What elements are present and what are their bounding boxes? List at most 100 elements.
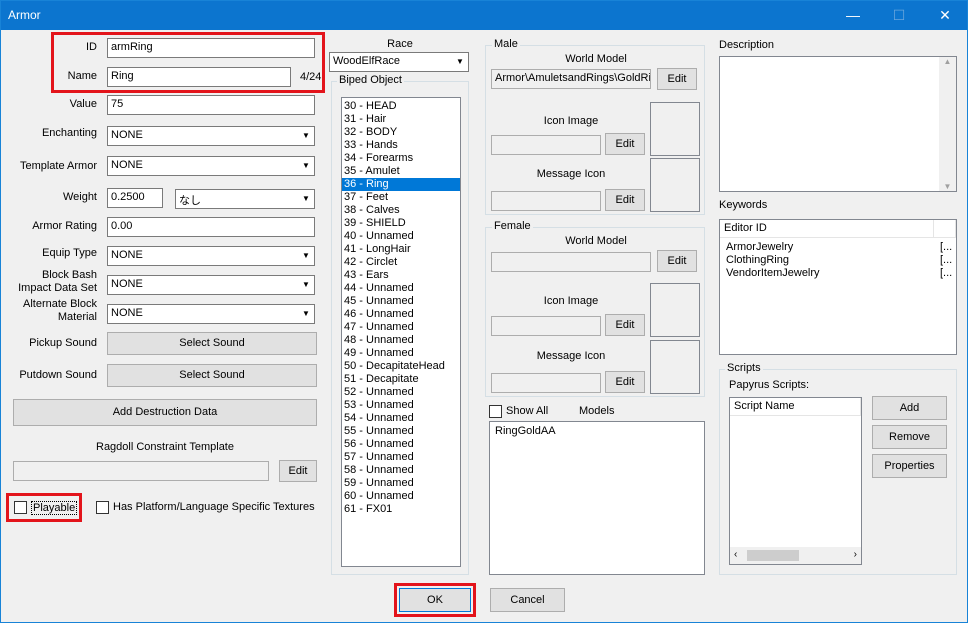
value-field[interactable]: 75	[107, 95, 315, 115]
list-item[interactable]: 61 - FX01	[342, 503, 460, 516]
add-script-button[interactable]: Add	[872, 396, 947, 420]
weight-field[interactable]: 0.2500	[107, 188, 163, 208]
list-item[interactable]: 41 - LongHair	[342, 243, 460, 256]
block-bash-select[interactable]: NONE ▼	[107, 275, 315, 295]
alternate-block-label-2: Material	[57, 311, 97, 323]
show-all-label: Show All	[506, 405, 549, 417]
list-item[interactable]: 34 - Forearms	[342, 152, 460, 165]
list-item[interactable]: 45 - Unnamed	[342, 295, 460, 308]
weight-unit-select[interactable]: なし ▼	[175, 189, 315, 209]
cancel-button[interactable]: Cancel	[490, 588, 565, 612]
list-item[interactable]: 56 - Unnamed	[342, 438, 460, 451]
male-message-icon-edit-button[interactable]: Edit	[605, 189, 645, 211]
weight-unit-value: なし	[179, 195, 201, 207]
list-item[interactable]: ClothingRing [...	[724, 254, 954, 267]
armor-rating-field[interactable]: 0.00	[107, 217, 315, 237]
list-item[interactable]: 54 - Unnamed	[342, 412, 460, 425]
template-armor-select[interactable]: NONE ▼	[107, 156, 315, 176]
highlight-id-name	[51, 32, 325, 93]
script-name-header[interactable]: Script Name	[730, 398, 861, 416]
list-item[interactable]: 30 - HEAD	[342, 100, 460, 113]
list-item[interactable]: 53 - Unnamed	[342, 399, 460, 412]
alternate-block-select[interactable]: NONE ▼	[107, 304, 315, 324]
keywords-list[interactable]: Editor ID ArmorJewelry [... ClothingRing…	[719, 219, 957, 355]
race-value: WoodElfRace	[333, 55, 401, 67]
list-item[interactable]: 47 - Unnamed	[342, 321, 460, 334]
chevron-down-icon: ▼	[298, 157, 314, 175]
add-destruction-data-button[interactable]: Add Destruction Data	[13, 399, 317, 426]
scroll-up-icon[interactable]: ▲	[939, 57, 956, 66]
list-item[interactable]: 38 - Calves	[342, 204, 460, 217]
list-item[interactable]: 43 - Ears	[342, 269, 460, 282]
pickup-sound-button[interactable]: Select Sound	[107, 332, 317, 355]
female-message-icon-edit-button[interactable]: Edit	[605, 371, 645, 393]
list-item[interactable]: 33 - Hands	[342, 139, 460, 152]
list-item[interactable]: 42 - Circlet	[342, 256, 460, 269]
list-item[interactable]: 36 - Ring	[342, 178, 460, 191]
description-label: Description	[719, 39, 775, 51]
list-item[interactable]: 57 - Unnamed	[342, 451, 460, 464]
highlight-ok	[394, 583, 476, 617]
list-item[interactable]: 31 - Hair	[342, 113, 460, 126]
description-scrollbar[interactable]: ▲ ▼	[939, 57, 956, 191]
scroll-down-icon[interactable]: ▼	[939, 182, 956, 191]
minimize-button[interactable]: —	[830, 1, 876, 30]
female-message-icon-label: Message Icon	[536, 350, 606, 362]
male-icon-image-edit-button[interactable]: Edit	[605, 133, 645, 155]
keywords-rows: ArmorJewelry [... ClothingRing [... Vend…	[724, 241, 954, 280]
title-bar: Armor — ☐ ✕	[1, 1, 967, 30]
list-item[interactable]: VendorItemJewelry [...	[724, 267, 954, 280]
list-item[interactable]: RingGoldAA	[493, 425, 701, 438]
putdown-sound-button[interactable]: Select Sound	[107, 364, 317, 387]
alternate-block-label-1: Alternate Block	[23, 298, 97, 310]
race-select[interactable]: WoodElfRace ▼	[329, 52, 469, 72]
biped-object-list[interactable]: 30 - HEAD 31 - Hair 32 - BODY 33 - Hands 34 …	[341, 97, 461, 567]
models-list[interactable]: RingGoldAA	[489, 421, 705, 575]
female-world-model-label: World Model	[565, 235, 627, 247]
list-item[interactable]: 39 - SHIELD	[342, 217, 460, 230]
list-item[interactable]: 52 - Unnamed	[342, 386, 460, 399]
list-item[interactable]: 44 - Unnamed	[342, 282, 460, 295]
equip-type-label: Equip Type	[42, 247, 97, 259]
list-item[interactable]: 50 - DecapitateHead	[342, 360, 460, 373]
block-bash-label-2: Impact Data Set	[18, 282, 97, 294]
close-button[interactable]: ✕	[922, 1, 968, 30]
list-item[interactable]: 48 - Unnamed	[342, 334, 460, 347]
list-item[interactable]: 49 - Unnamed	[342, 347, 460, 360]
keywords-label: Keywords	[719, 199, 768, 211]
script-properties-button[interactable]: Properties	[872, 454, 947, 478]
keywords-header-editor-id[interactable]: Editor ID	[720, 220, 934, 238]
female-icon-image-label: Icon Image	[543, 295, 599, 307]
male-message-icon-field	[491, 191, 601, 211]
equip-type-select[interactable]: NONE ▼	[107, 246, 315, 266]
list-item[interactable]: 32 - BODY	[342, 126, 460, 139]
chevron-down-icon: ▼	[452, 53, 468, 71]
remove-script-button[interactable]: Remove	[872, 425, 947, 449]
keywords-header-extra[interactable]	[934, 220, 956, 238]
ragdoll-edit-button[interactable]: Edit	[279, 460, 317, 482]
scripts-list[interactable]: Script Name ‹ ›	[729, 397, 862, 565]
enchanting-select[interactable]: NONE ▼	[107, 126, 315, 146]
male-world-model-edit-button[interactable]: Edit	[657, 68, 697, 90]
female-icon-image-edit-button[interactable]: Edit	[605, 314, 645, 336]
scroll-thumb[interactable]	[747, 550, 799, 561]
list-item[interactable]: 37 - Feet	[342, 191, 460, 204]
block-bash-value: NONE	[111, 278, 143, 290]
list-item[interactable]: 46 - Unnamed	[342, 308, 460, 321]
female-world-model-edit-button[interactable]: Edit	[657, 250, 697, 272]
scripts-hscrollbar[interactable]: ‹ ›	[730, 547, 861, 564]
scroll-right-icon[interactable]: ›	[854, 549, 857, 560]
list-item[interactable]: 58 - Unnamed	[342, 464, 460, 477]
scroll-left-icon[interactable]: ‹	[734, 549, 737, 560]
list-item[interactable]: 35 - Amulet	[342, 165, 460, 178]
description-field[interactable]: ▲ ▼	[719, 56, 957, 192]
list-item[interactable]: 51 - Decapitate	[342, 373, 460, 386]
value-label: Value	[69, 98, 97, 110]
list-item[interactable]: 59 - Unnamed	[342, 477, 460, 490]
list-item[interactable]: 55 - Unnamed	[342, 425, 460, 438]
list-item[interactable]: 40 - Unnamed	[342, 230, 460, 243]
list-item[interactable]: ArmorJewelry [...	[724, 241, 954, 254]
list-item[interactable]: 60 - Unnamed	[342, 490, 460, 503]
platform-textures-checkbox[interactable]	[96, 501, 109, 514]
show-all-checkbox[interactable]	[489, 405, 502, 418]
